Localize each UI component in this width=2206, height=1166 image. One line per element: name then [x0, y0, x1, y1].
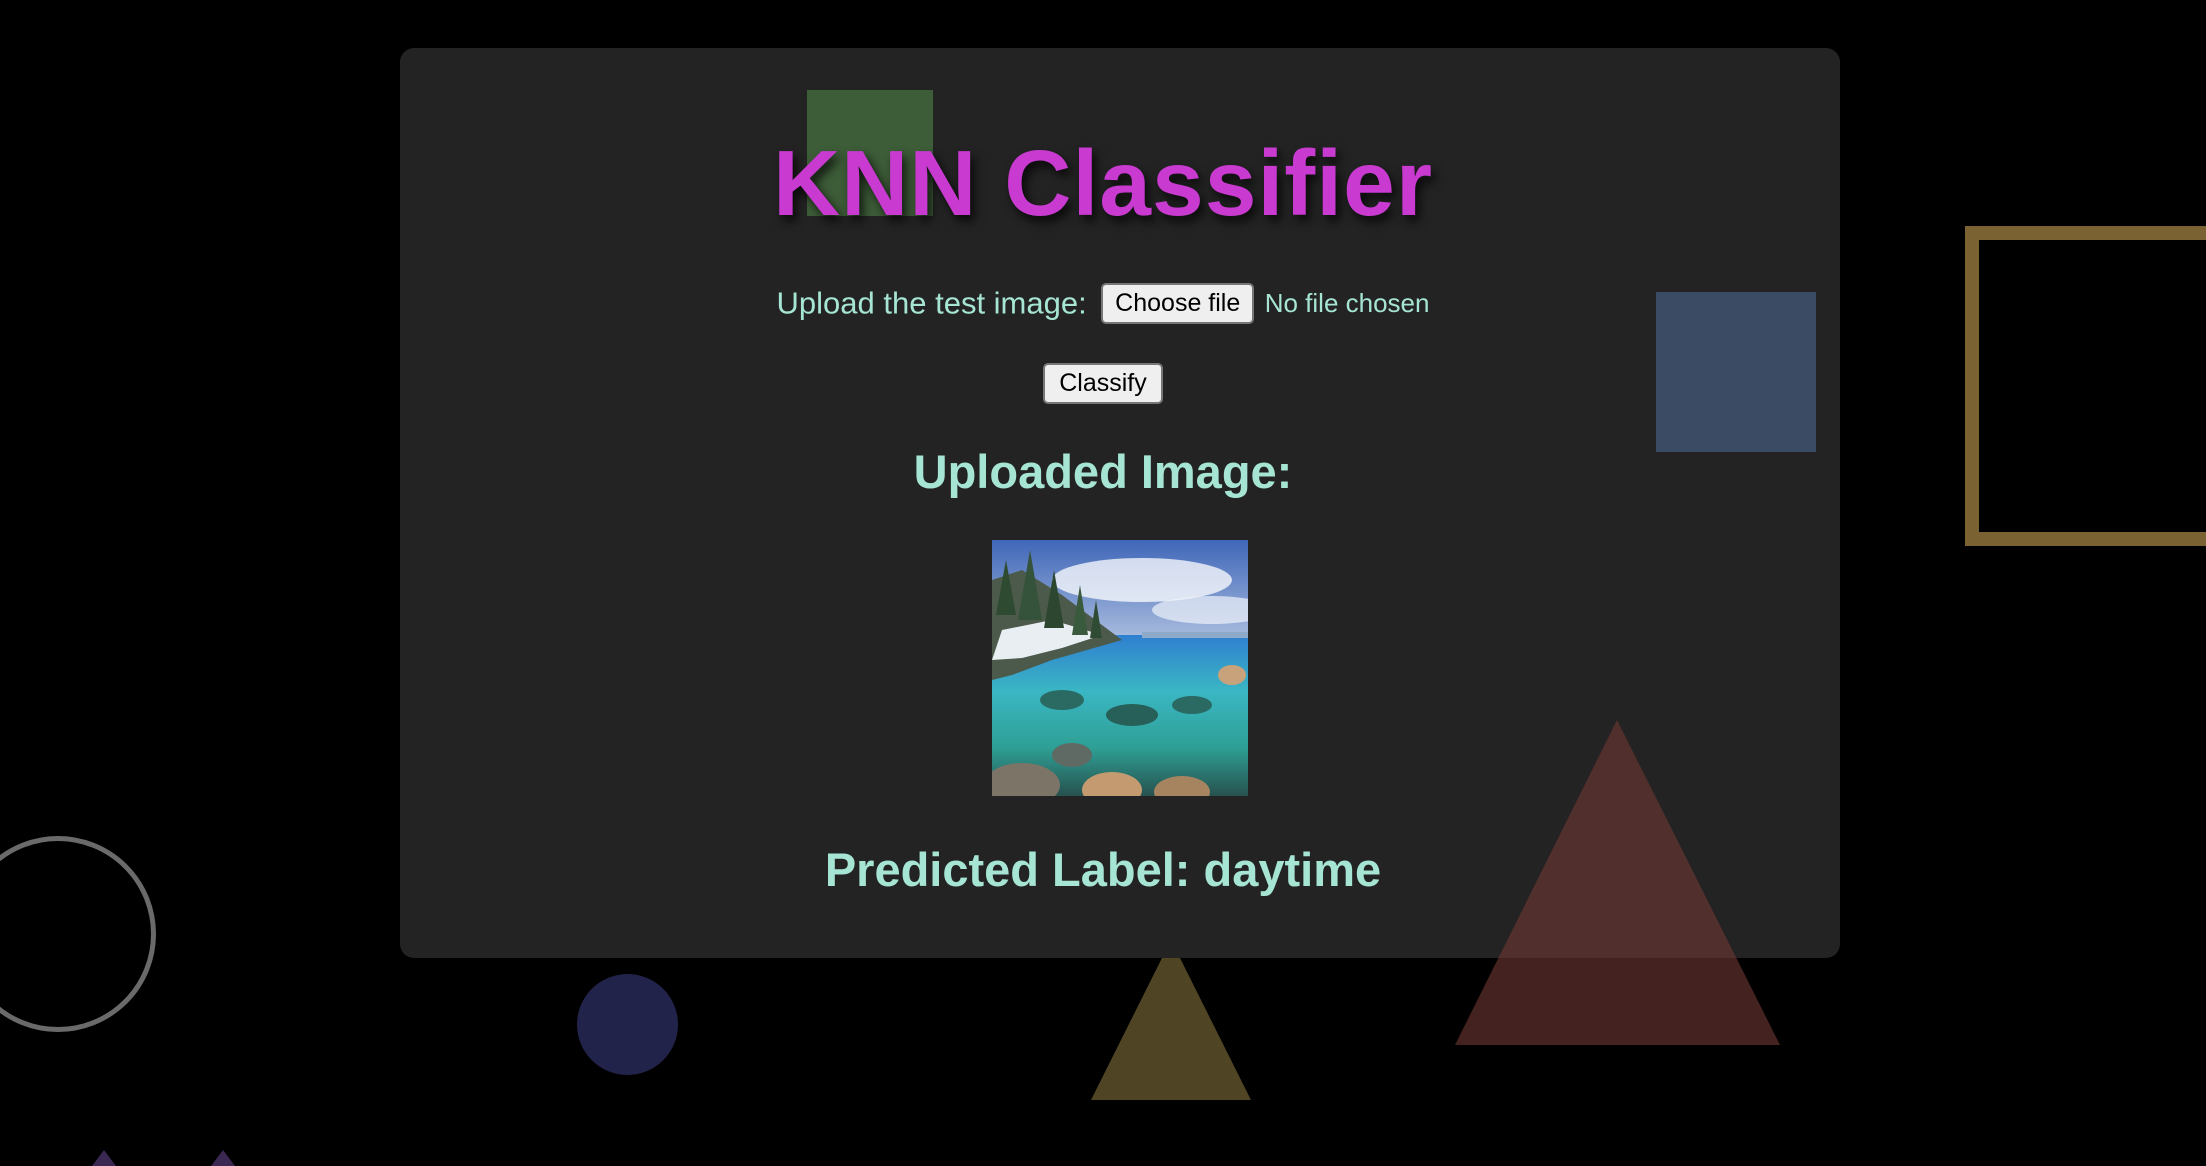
upload-label: Upload the test image:: [776, 285, 1087, 321]
decorative-circle-navy: [577, 974, 678, 1075]
predicted-label-prefix: Predicted Label:: [824, 843, 1191, 896]
file-status-text: No file chosen: [1264, 288, 1430, 318]
predicted-label-value: daytime: [1203, 843, 1382, 896]
decorative-triangle-olive: [1091, 940, 1251, 1100]
page-background: KNN Classifier Upload the test image: Ch…: [0, 0, 2206, 1166]
decorative-triangle-purple: [211, 1150, 235, 1166]
predicted-label-heading: Predicted Label: daytime: [0, 842, 2206, 897]
uploaded-image-heading: Uploaded Image:: [913, 445, 1293, 498]
lake-landscape-photo-icon: [992, 540, 1248, 796]
upload-form-row: Upload the test image: Choose file No fi…: [0, 283, 2206, 324]
uploaded-image: [992, 540, 1248, 796]
classify-row: Classify: [0, 363, 2206, 404]
decorative-triangle-purple: [92, 1150, 116, 1166]
classify-button[interactable]: Classify: [1043, 363, 1163, 404]
page-title: KNN Classifier: [772, 131, 1434, 235]
choose-file-button[interactable]: Choose file: [1101, 283, 1255, 324]
